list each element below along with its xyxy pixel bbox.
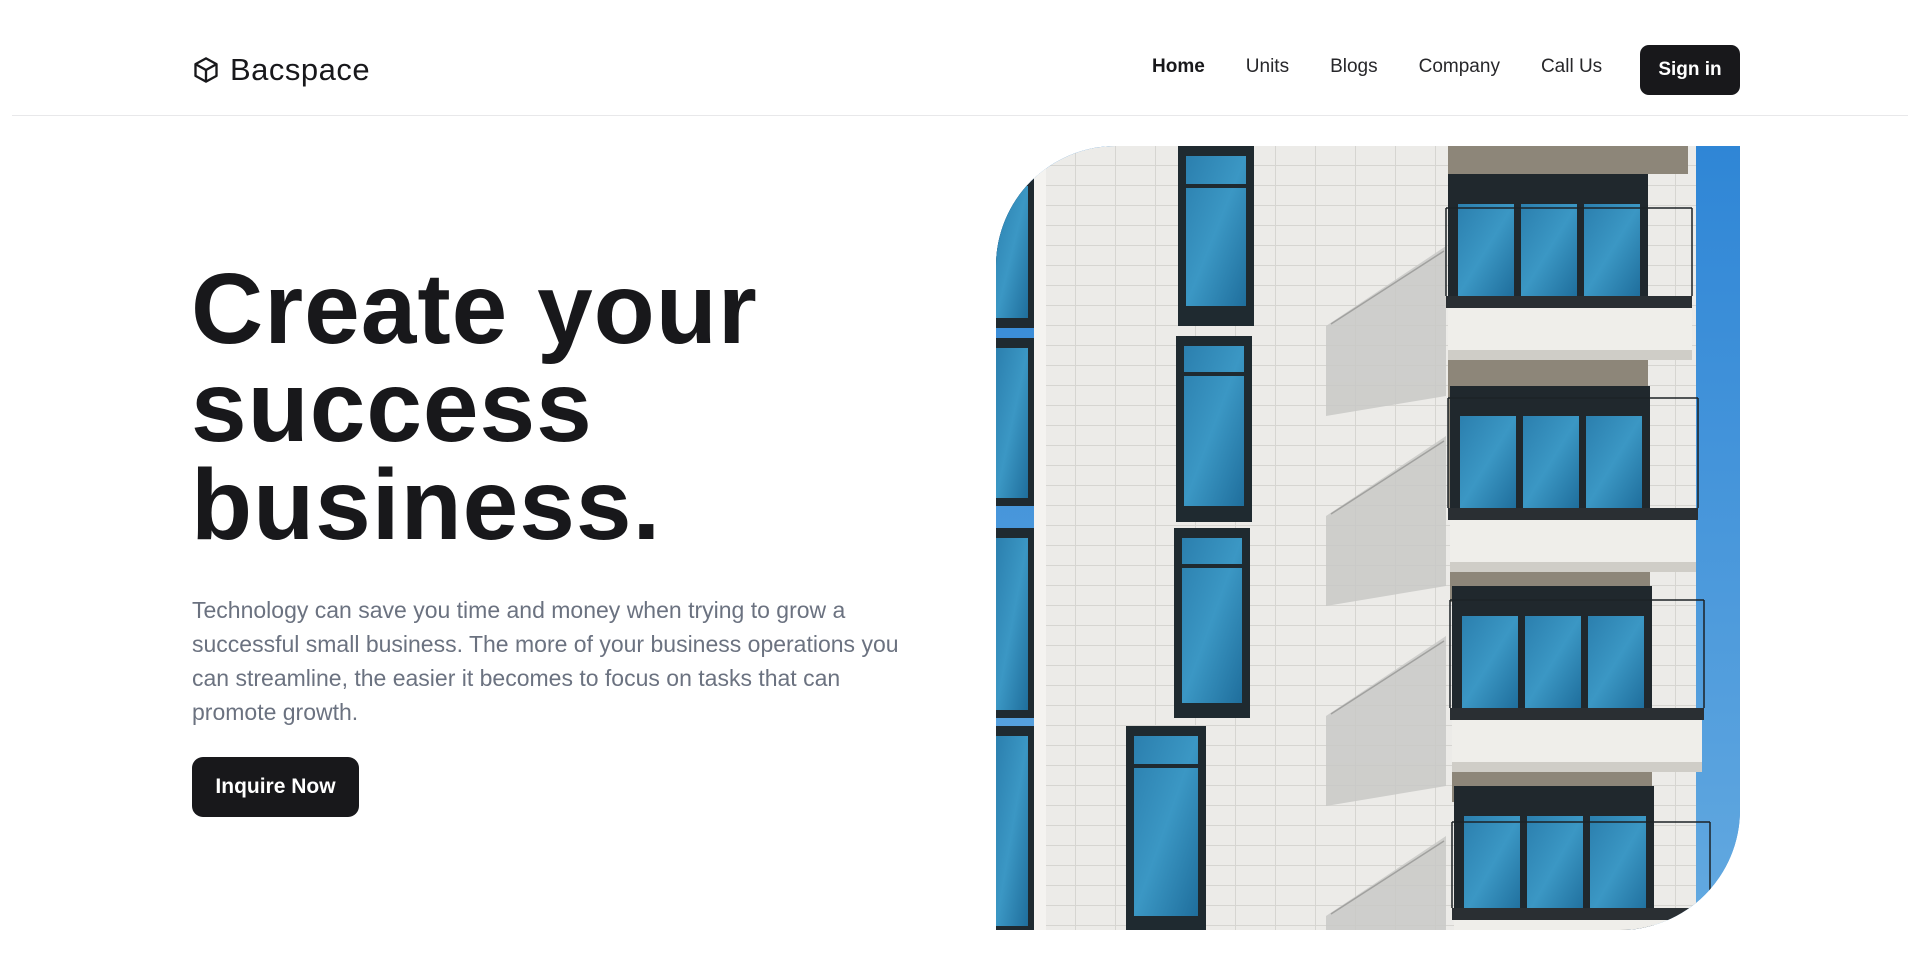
inquire-now-button[interactable]: Inquire Now: [192, 757, 359, 817]
nav-link-company[interactable]: Company: [1419, 56, 1500, 78]
nav-link-home[interactable]: Home: [1152, 56, 1205, 78]
brand-logo[interactable]: Bacspace: [192, 52, 370, 88]
hero-title-line: Create your: [191, 253, 758, 365]
top-navbar: Bacspace Home Units Blogs Company Call U…: [12, 0, 1908, 116]
hero-title: Create your success business.: [191, 259, 951, 555]
nav-link-blogs[interactable]: Blogs: [1330, 56, 1378, 78]
sign-in-button[interactable]: Sign in: [1640, 45, 1740, 95]
hero-title-line: business.: [191, 449, 662, 561]
building-facade-illustration: [996, 146, 1740, 930]
building-facade-image: [996, 146, 1740, 930]
hero-title-line: success: [191, 351, 593, 463]
hero-description: Technology can save you time and money w…: [192, 597, 899, 725]
cube-icon: [194, 57, 218, 83]
brand-name: Bacspace: [230, 52, 371, 87]
nav-link-units[interactable]: Units: [1246, 56, 1289, 78]
main-nav: Home Units Blogs Company Call Us: [1152, 56, 1643, 78]
nav-link-call-us[interactable]: Call Us: [1541, 56, 1602, 78]
